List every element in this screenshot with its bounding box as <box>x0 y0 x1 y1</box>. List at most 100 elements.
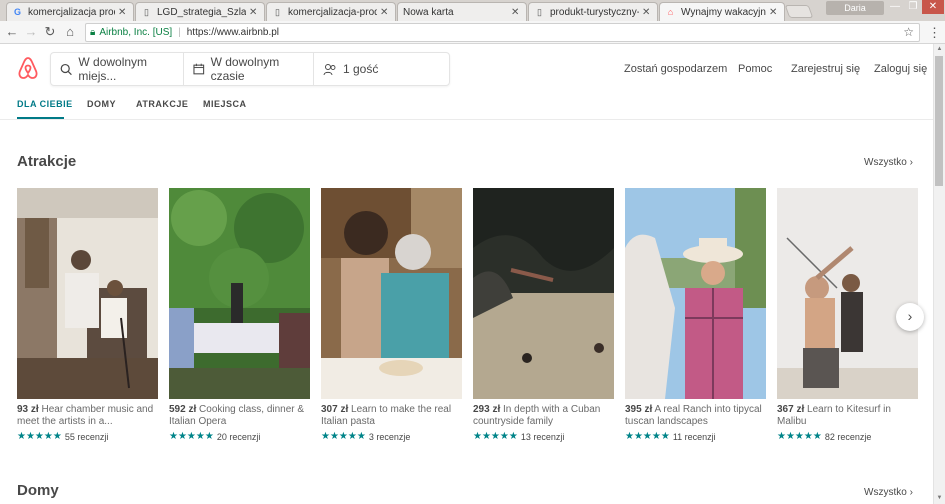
airbnb-favicon-icon: ⌂ <box>667 6 674 17</box>
review-count: 82 recenzje <box>824 431 872 442</box>
airbnb-logo-icon[interactable] <box>17 55 39 81</box>
help-link[interactable]: Pomoc <box>738 63 772 75</box>
divider: | <box>178 27 181 38</box>
calendar-icon <box>193 63 205 75</box>
close-icon[interactable]: ✕ <box>118 7 127 18</box>
review-count: 3 recenzje <box>368 431 411 442</box>
document-icon: ▯ <box>144 6 149 17</box>
close-icon[interactable]: ✕ <box>769 7 778 18</box>
new-tab-button[interactable] <box>784 5 814 18</box>
close-icon[interactable]: ✕ <box>249 7 258 18</box>
see-all-homes-link[interactable]: Wszystko › <box>864 487 913 498</box>
bookmark-star-icon[interactable]: ☆ <box>903 25 914 39</box>
forward-icon[interactable]: → <box>24 25 38 39</box>
experience-price: 93 zł <box>17 404 39 415</box>
document-icon: ▯ <box>537 6 542 17</box>
browser-tab-label: komercjalizacja produk <box>28 6 115 18</box>
search-guests-text: 1 gość <box>343 62 379 76</box>
close-icon[interactable]: ✕ <box>642 7 651 18</box>
search-where-field[interactable]: W dowolnym miejs... <box>51 53 184 85</box>
experience-photo[interactable] <box>321 188 462 399</box>
minimize-icon[interactable]: — <box>886 0 904 14</box>
tab-experiences[interactable]: ATRAKCJE <box>136 99 188 109</box>
search-when-field[interactable]: W dowolnym czasie <box>184 53 314 85</box>
see-all-label: Wszystko <box>864 487 907 498</box>
carousel-next-button[interactable]: › <box>896 303 924 331</box>
experience-description: 307 zł Learn to make the real Italian pa… <box>321 404 462 428</box>
back-icon[interactable]: ← <box>5 25 19 39</box>
experience-photo[interactable] <box>777 188 918 399</box>
star-rating-icon: ★★★★★ <box>777 431 822 442</box>
experience-card[interactable]: 395 zł A real Ranch into tipycal tuscan … <box>625 188 766 442</box>
search-guests-field[interactable]: 1 gość <box>314 53 378 85</box>
experience-description: 293 zł In depth with a Cuban countryside… <box>473 404 614 428</box>
experience-rating: ★★★★★ 13 recenzji <box>473 431 614 442</box>
url-text[interactable]: https://www.airbnb.pl <box>187 27 279 38</box>
browser-toolbar: ← → ↻ ⌂ 🔒︎ Airbnb, Inc. [US] | https://w… <box>0 21 945 44</box>
profile-badge[interactable]: Daria <box>826 1 884 15</box>
experience-price: 592 zł <box>169 404 197 415</box>
site-header: W dowolnym miejs... W dowolnym czasie 1 … <box>0 44 933 94</box>
home-icon[interactable]: ⌂ <box>63 25 77 39</box>
search-when-text: W dowolnym czasie <box>210 55 280 83</box>
experience-description: 93 zł Hear chamber music and meet the ar… <box>17 404 158 428</box>
become-host-link[interactable]: Zostań gospodarzem <box>624 63 727 75</box>
experience-rating: ★★★★★ 3 recenzje <box>321 431 462 442</box>
star-rating-icon: ★★★★★ <box>625 431 670 442</box>
experience-description: 592 zł Cooking class, dinner & Italian O… <box>169 404 310 428</box>
experience-card[interactable]: 293 zł In depth with a Cuban countryside… <box>473 188 614 442</box>
experience-price: 307 zł <box>321 404 349 415</box>
guests-icon <box>323 63 336 75</box>
reload-icon[interactable]: ↻ <box>43 25 57 39</box>
experience-card[interactable]: 307 zł Learn to make the real Italian pa… <box>321 188 462 442</box>
search-bar: W dowolnym miejs... W dowolnym czasie 1 … <box>50 52 450 86</box>
experience-price: 367 zł <box>777 404 805 415</box>
browser-tab-3[interactable]: ▯ komercjalizacja-produk ✕ <box>266 2 396 21</box>
experience-photo[interactable] <box>169 188 310 399</box>
google-icon: G <box>13 6 21 17</box>
experience-card[interactable]: 592 zł Cooking class, dinner & Italian O… <box>169 188 310 442</box>
experience-rating: ★★★★★ 55 recenzji <box>17 431 158 442</box>
chevron-right-icon: › <box>909 157 913 168</box>
browser-tab-1[interactable]: G komercjalizacja produk ✕ <box>6 2 134 21</box>
tab-homes[interactable]: DOMY <box>87 99 116 109</box>
browser-tab-2[interactable]: ▯ LGD_strategia_Szlak_Pi ✕ <box>135 2 265 21</box>
browser-tab-5[interactable]: ▯ produkt-turystyczny-w ✕ <box>528 2 658 21</box>
review-count: 20 recenzji <box>216 431 261 442</box>
experience-description: 367 zł Learn to Kitesurf in Malibu <box>777 404 918 428</box>
search-icon <box>60 63 72 75</box>
star-rating-icon: ★★★★★ <box>17 431 62 442</box>
experience-rating: ★★★★★ 82 recenzje <box>777 431 918 442</box>
scrollbar-thumb[interactable] <box>935 56 943 186</box>
see-all-attractions-link[interactable]: Wszystko › <box>864 157 913 168</box>
experience-card[interactable]: 93 zł Hear chamber music and meet the ar… <box>17 188 158 442</box>
active-tab-indicator <box>17 117 64 119</box>
scroll-down-icon[interactable]: ▼ <box>934 495 945 501</box>
tab-places[interactable]: MIEJSCA <box>203 99 247 109</box>
experience-photo[interactable] <box>17 188 158 399</box>
browser-tab-active[interactable]: ⌂ Wynajmy wakacyjne, dr ✕ <box>659 2 785 21</box>
browser-tab-4[interactable]: Nowa karta ✕ <box>397 2 527 21</box>
lock-icon: 🔒︎ <box>90 27 96 38</box>
star-rating-icon: ★★★★★ <box>321 431 366 442</box>
window-close-icon[interactable]: ✕ <box>922 0 944 14</box>
section-title-attractions: Atrakcje <box>17 153 77 170</box>
log-in-link[interactable]: Zaloguj się <box>874 63 927 75</box>
experience-photo[interactable] <box>625 188 766 399</box>
sign-up-link[interactable]: Zarejestruj się <box>791 63 860 75</box>
close-icon[interactable]: ✕ <box>511 7 520 18</box>
browser-tab-label: LGD_strategia_Szlak_Pi <box>157 6 246 18</box>
experience-photo[interactable] <box>473 188 614 399</box>
experience-description: 395 zł A real Ranch into tipycal tuscan … <box>625 404 766 428</box>
browser-tab-label: komercjalizacja-produk <box>288 6 377 18</box>
browser-menu-icon[interactable]: ⋮ <box>928 25 941 41</box>
close-icon[interactable]: ✕ <box>380 7 389 18</box>
tab-for-you[interactable]: DLA CIEBIE <box>17 99 73 109</box>
document-icon: ▯ <box>275 6 280 17</box>
address-bar[interactable]: 🔒︎ Airbnb, Inc. [US] | https://www.airbn… <box>85 23 920 42</box>
section-title-homes: Domy <box>17 482 59 499</box>
browser-tab-label: Nowa karta <box>403 6 454 18</box>
maximize-icon[interactable]: ❐ <box>904 0 922 14</box>
scroll-up-icon[interactable]: ▲ <box>934 46 945 52</box>
star-rating-icon: ★★★★★ <box>473 431 518 442</box>
